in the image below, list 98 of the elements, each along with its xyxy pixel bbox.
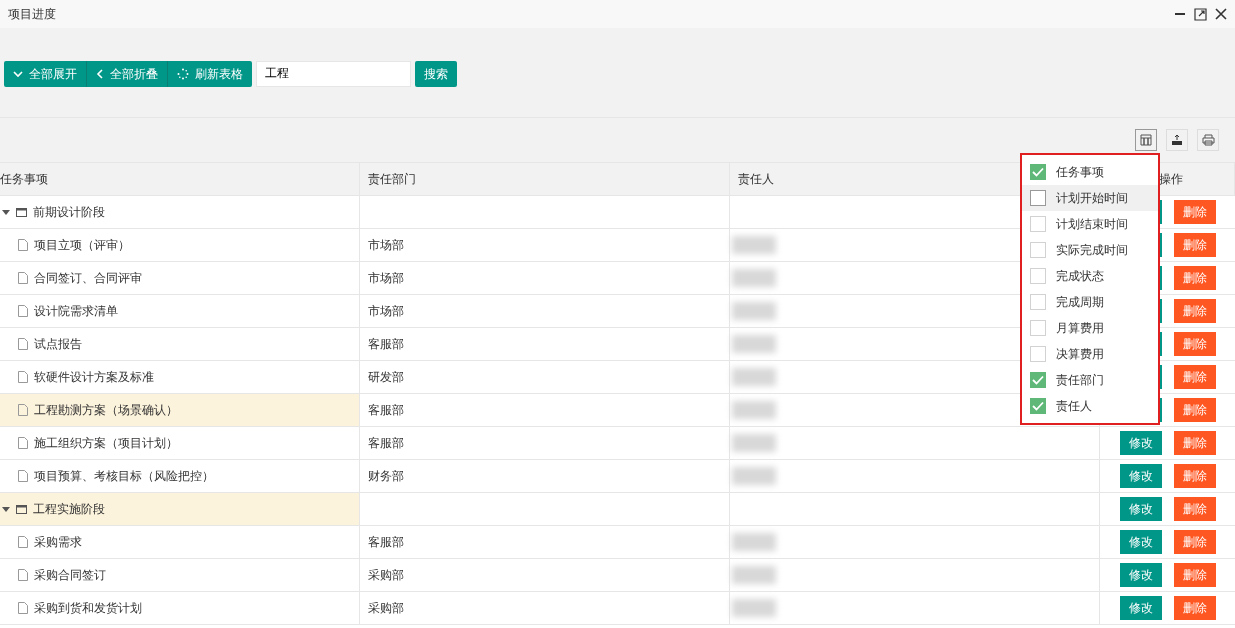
department-cell-text: 采购部 bbox=[368, 567, 404, 584]
checkbox[interactable] bbox=[1030, 398, 1046, 414]
task-name: 工程勘测方案（场景确认） bbox=[34, 402, 178, 419]
department-cell-text: 研发部 bbox=[368, 369, 404, 386]
column-option[interactable]: 计划开始时间 bbox=[1022, 185, 1158, 211]
delete-button[interactable]: 删除 bbox=[1174, 365, 1216, 389]
task-name: 软硬件设计方案及标准 bbox=[34, 369, 154, 386]
department-cell-text: 市场部 bbox=[368, 270, 404, 287]
folder-icon bbox=[16, 504, 27, 514]
task-name: 合同签订、合同评审 bbox=[34, 270, 142, 287]
redacted-name bbox=[732, 533, 776, 551]
redacted-name bbox=[732, 335, 776, 353]
document-icon bbox=[18, 437, 28, 449]
redacted-name bbox=[732, 302, 776, 320]
delete-button[interactable]: 删除 bbox=[1174, 332, 1216, 356]
checkbox[interactable] bbox=[1030, 164, 1046, 180]
redacted-name bbox=[732, 434, 776, 452]
document-icon bbox=[18, 338, 28, 350]
department-cell-text: 市场部 bbox=[368, 237, 404, 254]
delete-button[interactable]: 删除 bbox=[1174, 233, 1216, 257]
document-icon bbox=[18, 404, 28, 416]
redacted-name bbox=[732, 599, 776, 617]
redacted-name bbox=[732, 467, 776, 485]
department-cell-text: 客服部 bbox=[368, 534, 404, 551]
department-cell-text: 客服部 bbox=[368, 402, 404, 419]
collapse-button[interactable]: 全部折叠 bbox=[86, 60, 167, 87]
edit-button[interactable]: 修改 bbox=[1120, 431, 1162, 455]
redacted-name bbox=[732, 401, 776, 419]
folder-icon bbox=[16, 207, 27, 217]
column-header: 责任人 bbox=[738, 171, 774, 188]
redacted-name bbox=[732, 566, 776, 584]
task-name: 项目立项（评审） bbox=[34, 237, 130, 254]
delete-button[interactable]: 删除 bbox=[1174, 398, 1216, 422]
task-name: 前期设计阶段 bbox=[33, 204, 105, 221]
delete-button[interactable]: 删除 bbox=[1174, 266, 1216, 290]
search-button[interactable]: 搜索 bbox=[415, 60, 457, 87]
column-header: 责任部门 bbox=[368, 171, 416, 188]
task-name: 设计院需求清单 bbox=[34, 303, 118, 320]
task-name: 施工组织方案（项目计划） bbox=[34, 435, 178, 452]
delete-button[interactable]: 删除 bbox=[1174, 299, 1216, 323]
edit-button[interactable]: 修改 bbox=[1120, 497, 1162, 521]
checkbox[interactable] bbox=[1030, 346, 1046, 362]
delete-button[interactable]: 删除 bbox=[1174, 497, 1216, 521]
task-name: 采购到货和发货计划 bbox=[34, 600, 142, 617]
delete-button[interactable]: 删除 bbox=[1174, 464, 1216, 488]
export-icon[interactable] bbox=[1166, 129, 1188, 151]
print-icon[interactable] bbox=[1197, 129, 1219, 151]
document-icon bbox=[18, 305, 28, 317]
task-name: 项目预算、考核目标（风险把控） bbox=[34, 468, 214, 485]
department-cell-text: 财务部 bbox=[368, 468, 404, 485]
document-icon bbox=[18, 536, 28, 548]
delete-button[interactable]: 删除 bbox=[1174, 563, 1216, 587]
edit-button[interactable]: 修改 bbox=[1120, 563, 1162, 587]
delete-button[interactable]: 删除 bbox=[1174, 431, 1216, 455]
checkbox[interactable] bbox=[1030, 372, 1046, 388]
document-icon bbox=[18, 602, 28, 614]
search-field[interactable]: 工程 bbox=[256, 60, 411, 87]
delete-button[interactable]: 删除 bbox=[1174, 596, 1216, 620]
refresh-button[interactable]: 刷新表格 bbox=[167, 60, 252, 87]
document-icon bbox=[18, 470, 28, 482]
task-name: 采购合同签订 bbox=[34, 567, 106, 584]
column-header: 任务事项 bbox=[0, 171, 48, 188]
caret-down-icon[interactable] bbox=[2, 505, 10, 513]
department-cell-text: 客服部 bbox=[368, 336, 404, 353]
chevron-left-icon bbox=[96, 68, 104, 79]
caret-down-icon[interactable] bbox=[2, 208, 10, 216]
checkbox[interactable] bbox=[1030, 216, 1046, 232]
maximize-icon[interactable] bbox=[1194, 7, 1207, 21]
columns-icon[interactable] bbox=[1135, 129, 1157, 151]
checkbox[interactable] bbox=[1030, 190, 1046, 206]
document-icon bbox=[18, 272, 28, 284]
department-cell-text: 客服部 bbox=[368, 435, 404, 452]
department-cell-text: 市场部 bbox=[368, 303, 404, 320]
task-name: 试点报告 bbox=[34, 336, 82, 353]
close-icon[interactable] bbox=[1215, 8, 1227, 20]
window-title: 项目进度 bbox=[8, 6, 56, 23]
redacted-name bbox=[732, 269, 776, 287]
checkbox[interactable] bbox=[1030, 242, 1046, 258]
edit-button[interactable]: 修改 bbox=[1120, 596, 1162, 620]
task-name: 工程实施阶段 bbox=[33, 501, 105, 518]
checkbox[interactable] bbox=[1030, 268, 1046, 284]
document-icon bbox=[18, 239, 28, 251]
redacted-name bbox=[732, 236, 776, 254]
edit-button[interactable]: 修改 bbox=[1120, 464, 1162, 488]
checkbox[interactable] bbox=[1030, 320, 1046, 336]
column-header: 操作 bbox=[1159, 171, 1183, 188]
edit-button[interactable]: 修改 bbox=[1120, 530, 1162, 554]
document-icon bbox=[18, 371, 28, 383]
chevron-down-icon bbox=[13, 69, 23, 78]
department-cell-text: 采购部 bbox=[368, 600, 404, 617]
delete-button[interactable]: 删除 bbox=[1174, 530, 1216, 554]
expand-button[interactable]: 全部展开 bbox=[4, 60, 86, 87]
spinner-icon bbox=[177, 67, 189, 80]
document-icon bbox=[18, 569, 28, 581]
task-name: 采购需求 bbox=[34, 534, 82, 551]
redacted-name bbox=[732, 368, 776, 386]
checkbox[interactable] bbox=[1030, 294, 1046, 310]
delete-button[interactable]: 删除 bbox=[1174, 200, 1216, 224]
